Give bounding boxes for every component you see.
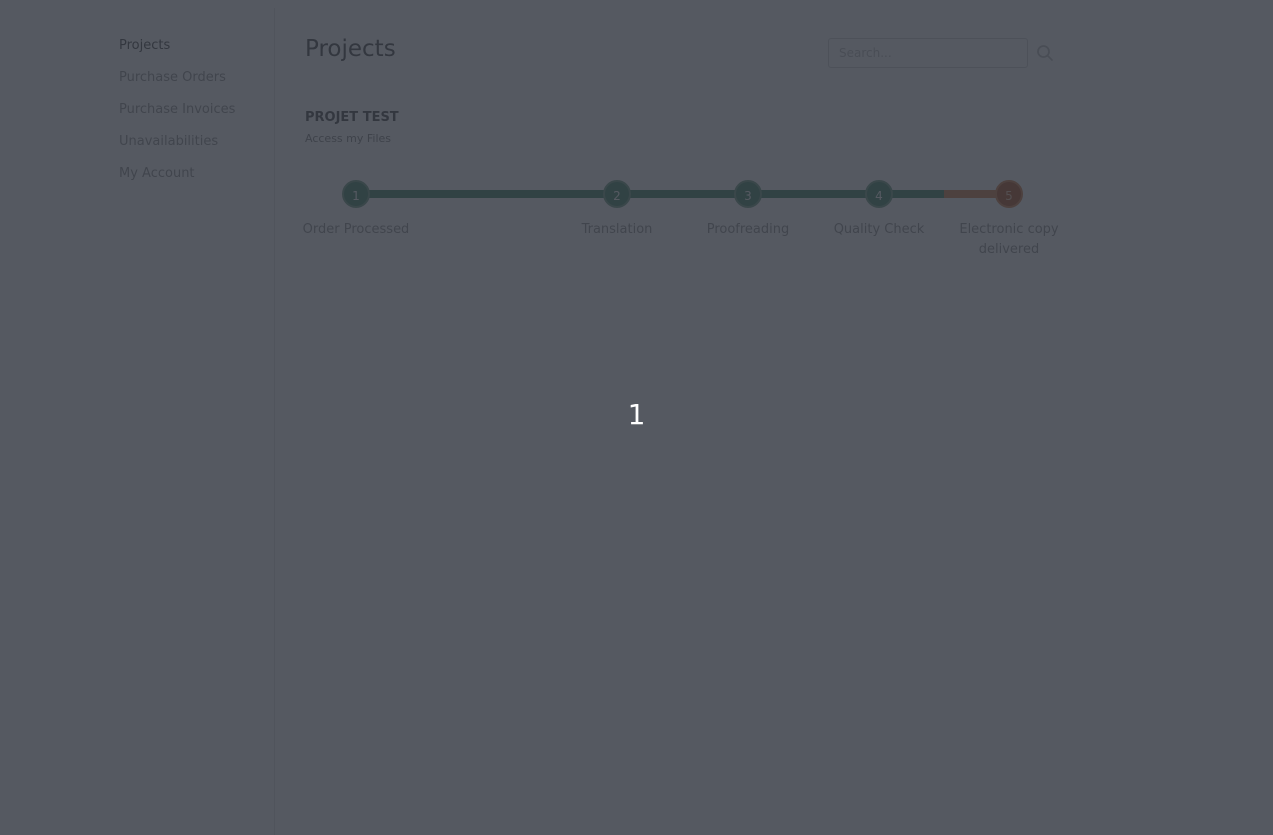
progress-segment [747, 190, 879, 198]
step-5-label: Electronic copy delivered [959, 222, 1059, 257]
sidebar-item-my-account[interactable]: My Account [119, 166, 195, 181]
step-2-dot: 2 [603, 180, 631, 208]
sidebar-item-purchase-invoices[interactable]: Purchase Invoices [119, 102, 235, 117]
sidebar: Projects Purchase Orders Purchase Invoic… [0, 8, 275, 835]
step-4-dot: 4 [865, 180, 893, 208]
step-2-label: Translation [581, 222, 653, 237]
step-3-dot: 3 [734, 180, 762, 208]
main-content: Projects PROJET TEST Access my Files 1 2… [276, 0, 1273, 835]
step-4-label: Quality Check [833, 222, 925, 237]
progress-segment [356, 190, 618, 198]
sidebar-item-purchase-orders[interactable]: Purchase Orders [119, 70, 226, 85]
step-1-label: Order Processed [302, 222, 410, 237]
step-3-label: Proofreading [706, 222, 790, 237]
progress-segment [617, 190, 748, 198]
sidebar-item-unavailabilities[interactable]: Unavailabilities [119, 134, 218, 149]
step-1-dot: 1 [342, 180, 370, 208]
step-5-dot: 5 [995, 180, 1023, 208]
sidebar-item-projects[interactable]: Projects [119, 38, 170, 53]
project-progress: 1 2 3 4 5 Order Processed Translation Pr… [276, 0, 1273, 300]
